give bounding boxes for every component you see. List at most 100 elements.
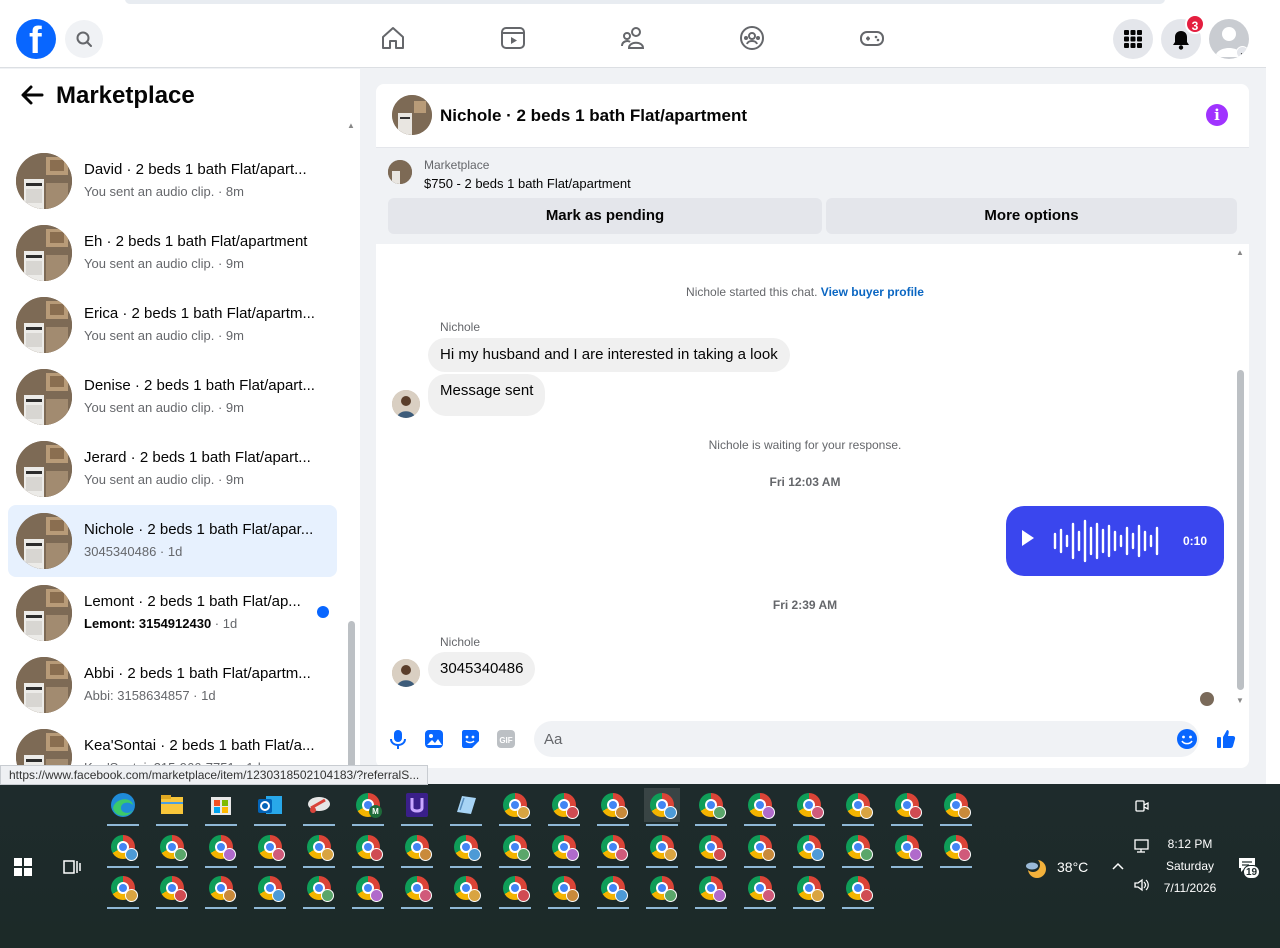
chrome-profile-icon[interactable]	[644, 830, 680, 868]
chrome-profile-icon[interactable]	[546, 788, 582, 826]
chrome-profile-icon[interactable]	[105, 871, 141, 909]
scroll-thumb[interactable]	[348, 621, 355, 771]
microsoft-store-icon[interactable]	[203, 788, 239, 826]
conversation-item[interactable]: Jerard · 2 beds 1 bath Flat/apart... You …	[8, 433, 337, 505]
file-explorer-icon[interactable]	[154, 788, 190, 826]
emoji-icon[interactable]	[1176, 728, 1198, 750]
account-avatar[interactable]: ⌄	[1209, 19, 1249, 59]
photo-icon[interactable]	[423, 728, 445, 750]
menu-button[interactable]	[1113, 19, 1153, 59]
chrome-profile-icon[interactable]	[301, 830, 337, 868]
chrome-profile-icon[interactable]	[693, 830, 729, 868]
facebook-logo[interactable]: f	[16, 19, 56, 62]
sticker-icon[interactable]	[459, 728, 481, 750]
microphone-icon[interactable]	[387, 728, 409, 750]
chrome-profile-icon[interactable]	[644, 788, 680, 826]
notification-center-button[interactable]: 19	[1237, 856, 1261, 880]
volume-icon[interactable]	[1133, 877, 1151, 893]
message-bubble[interactable]: 3045340486	[428, 652, 536, 686]
conversation-item[interactable]: Abbi · 2 beds 1 bath Flat/apartm... Abbi:…	[8, 649, 337, 721]
view-buyer-profile-link[interactable]: View buyer profile	[821, 285, 924, 299]
chrome-profile-icon[interactable]	[693, 871, 729, 909]
more-options-button[interactable]: More options	[826, 198, 1237, 234]
chrome-profile-icon[interactable]	[252, 830, 288, 868]
chrome-profile-icon[interactable]	[595, 788, 631, 826]
chat-scrollbar[interactable]: ▲ ▼	[1235, 248, 1245, 705]
chrome-profile-icon[interactable]	[791, 788, 827, 826]
address-bar-edge[interactable]	[125, 0, 1165, 4]
play-icon[interactable]	[1022, 530, 1034, 546]
clock-date[interactable]: 7/11/2026	[1155, 881, 1225, 895]
video-icon[interactable]	[499, 24, 527, 52]
clock-time[interactable]: 8:12 PM	[1155, 837, 1225, 851]
list-scrollbar[interactable]: ▲	[346, 121, 356, 781]
snipping-tool-icon[interactable]	[301, 788, 337, 826]
message-bubble[interactable]: Hi my husband and I are interested in ta…	[428, 338, 790, 372]
notifications-button[interactable]: 3	[1161, 14, 1205, 59]
chevron-up-icon[interactable]	[1110, 859, 1126, 875]
gaming-icon[interactable]	[858, 24, 886, 52]
info-icon[interactable]: i	[1206, 104, 1228, 126]
page-scrollbar[interactable]	[1266, 8, 1280, 784]
sender-avatar[interactable]	[392, 390, 420, 418]
chrome-profile-icon[interactable]	[497, 871, 533, 909]
chrome-profile-icon[interactable]	[497, 830, 533, 868]
sender-avatar[interactable]	[392, 659, 420, 687]
chrome-profile-icon[interactable]	[889, 788, 925, 826]
listing-avatar[interactable]	[392, 95, 432, 135]
listing-thumbnail[interactable]	[388, 160, 412, 184]
back-arrow-icon[interactable]	[18, 81, 46, 109]
chrome-profile-icon[interactable]	[203, 871, 239, 909]
chrome-profile-icon[interactable]	[448, 871, 484, 909]
chrome-profile-icon[interactable]	[252, 871, 288, 909]
chrome-profile-icon[interactable]	[791, 830, 827, 868]
windows-start-icon[interactable]	[14, 858, 32, 876]
chrome-profile-icon[interactable]	[203, 830, 239, 868]
task-view-icon[interactable]	[62, 857, 82, 877]
chrome-profile-icon[interactable]	[105, 830, 141, 868]
home-icon[interactable]	[379, 24, 407, 52]
app-icon-purple[interactable]	[399, 788, 435, 826]
chrome-profile-m-icon[interactable]: M	[350, 788, 386, 826]
scroll-up-icon[interactable]: ▲	[347, 121, 355, 130]
conversation-item[interactable]: Lemont · 2 beds 1 bath Flat/ap... Lemont:…	[8, 577, 337, 649]
chrome-profile-icon[interactable]	[938, 830, 974, 868]
gif-icon[interactable]: GIF	[495, 728, 517, 750]
chrome-profile-icon[interactable]	[546, 830, 582, 868]
chrome-profile-icon[interactable]	[840, 830, 876, 868]
chrome-profile-icon[interactable]	[350, 830, 386, 868]
chrome-profile-icon[interactable]	[889, 830, 925, 868]
chrome-profile-icon[interactable]	[399, 871, 435, 909]
meet-now-icon[interactable]	[1133, 797, 1151, 815]
conversation-item[interactable]: Nichole · 2 beds 1 bath Flat/apar... 3045…	[8, 505, 337, 577]
chrome-profile-icon[interactable]	[644, 871, 680, 909]
chrome-profile-icon[interactable]	[791, 871, 827, 909]
chrome-profile-icon[interactable]	[497, 788, 533, 826]
mark-as-pending-button[interactable]: Mark as pending	[388, 198, 822, 234]
chrome-profile-icon[interactable]	[742, 830, 778, 868]
clock-day[interactable]: Saturday	[1155, 859, 1225, 873]
scroll-down-icon[interactable]: ▼	[1236, 696, 1244, 705]
message-input[interactable]	[534, 721, 1199, 757]
weather-moon-icon[interactable]	[1024, 856, 1048, 880]
notes-app-icon[interactable]	[448, 788, 484, 826]
audio-message[interactable]: 0:10	[1006, 506, 1224, 576]
chrome-profile-icon[interactable]	[350, 871, 386, 909]
scroll-thumb[interactable]	[1237, 370, 1244, 690]
thumbs-up-icon[interactable]	[1215, 728, 1237, 750]
conversation-item[interactable]: Eh · 2 beds 1 bath Flat/apartment You sen…	[8, 217, 337, 289]
listing-price[interactable]: $750 - 2 beds 1 bath Flat/apartment	[424, 176, 631, 191]
edge-browser-icon[interactable]	[105, 788, 141, 826]
chrome-profile-icon[interactable]	[448, 830, 484, 868]
chrome-profile-icon[interactable]	[154, 871, 190, 909]
conversation-item[interactable]: Erica · 2 beds 1 bath Flat/apartm... You …	[8, 289, 337, 361]
chrome-profile-icon[interactable]	[742, 788, 778, 826]
outlook-icon[interactable]	[252, 788, 288, 826]
chrome-profile-icon[interactable]	[399, 830, 435, 868]
chrome-profile-icon[interactable]	[840, 871, 876, 909]
chrome-profile-icon[interactable]	[938, 788, 974, 826]
message-bubble[interactable]: Message sent	[428, 374, 546, 416]
chrome-profile-icon[interactable]	[840, 788, 876, 826]
chrome-profile-icon[interactable]	[595, 871, 631, 909]
conversation-item[interactable]: David · 2 beds 1 bath Flat/apart... You s…	[8, 145, 337, 217]
